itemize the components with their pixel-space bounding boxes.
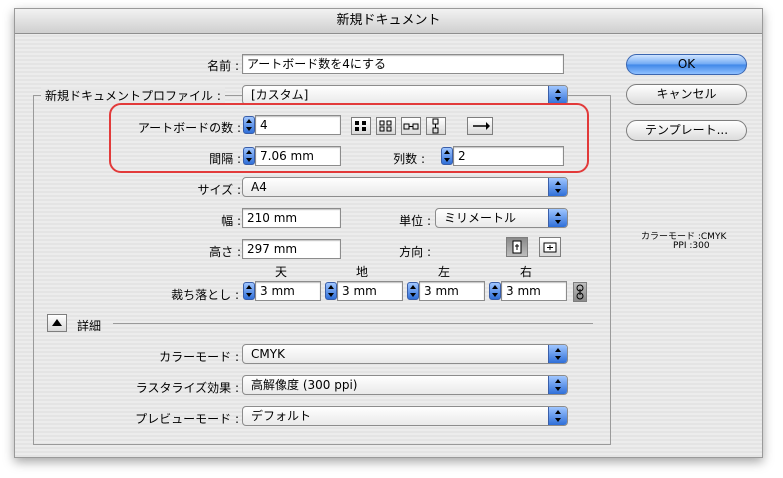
grid-by-row-icon[interactable] — [351, 117, 371, 135]
info-ppi: PPI :300 — [673, 241, 710, 251]
color-mode-label: カラーモード : — [159, 350, 239, 364]
bleed-bottom-label: 地 — [356, 265, 369, 279]
portrait-icon[interactable] — [506, 237, 528, 257]
ok-button[interactable]: OK — [626, 54, 747, 75]
raster-effects-popup[interactable]: 高解像度 (300 ppi) — [242, 375, 568, 395]
link-icon[interactable] — [573, 282, 587, 302]
bleed-top-input[interactable]: 3 mm — [255, 281, 321, 301]
unit-value: ミリメートル — [444, 211, 517, 225]
cancel-button[interactable]: キャンセル — [626, 84, 747, 105]
bleed-left-label: 左 — [438, 265, 451, 279]
profile-popup[interactable]: [カスタム] — [242, 85, 568, 105]
bleed-left-stepper[interactable] — [407, 282, 419, 300]
columns-label: 列数 : — [393, 152, 425, 166]
advanced-divider — [113, 323, 593, 324]
bleed-right-stepper[interactable] — [489, 282, 501, 300]
preview-mode-popup[interactable]: デフォルト — [242, 406, 568, 426]
size-value: A4 — [251, 180, 267, 194]
color-mode-popup[interactable]: CMYK — [242, 344, 568, 364]
window-title: 新規ドキュメント — [15, 9, 762, 34]
bleed-label: 裁ち落とし : — [171, 288, 239, 302]
bleed-left-input[interactable]: 3 mm — [419, 281, 485, 301]
artboard-count-input[interactable]: 4 — [255, 115, 341, 135]
grid-by-column-icon[interactable] — [376, 117, 396, 135]
columns-input[interactable]: 2 — [453, 146, 564, 166]
collapse-triangle-icon[interactable] — [47, 314, 67, 332]
raster-effects-value: 高解像度 (300 ppi) — [251, 378, 358, 392]
unit-label: 単位 : — [399, 214, 431, 228]
bleed-bottom-input[interactable]: 3 mm — [337, 281, 403, 301]
height-input[interactable]: 297 mm — [242, 239, 341, 259]
profile-label: 新規ドキュメントプロファイル : — [41, 87, 225, 104]
spacing-label: 間隔 : — [209, 152, 241, 166]
size-popup[interactable]: A4 — [242, 177, 568, 197]
size-label: サイズ : — [197, 183, 242, 197]
arrow-right-icon[interactable] — [467, 117, 493, 135]
preview-mode-label: プレビューモード : — [135, 412, 239, 426]
popup-arrows-icon — [548, 209, 567, 227]
raster-effects-label: ラスタライズ効果 : — [135, 381, 239, 395]
templates-button[interactable]: テンプレート... — [626, 120, 747, 141]
profile-value: [カスタム] — [251, 88, 309, 102]
arrange-by-column-icon[interactable] — [426, 117, 446, 135]
arrange-by-row-icon[interactable] — [401, 117, 421, 135]
popup-arrows-icon — [548, 178, 567, 196]
color-mode-value: CMYK — [251, 347, 285, 361]
preview-mode-value: デフォルト — [251, 409, 312, 423]
orientation-label: 方向 : — [399, 245, 431, 259]
landscape-icon[interactable] — [539, 237, 561, 257]
bleed-top-stepper[interactable] — [243, 282, 255, 300]
popup-arrows-icon — [548, 376, 567, 394]
height-label: 高さ : — [209, 245, 241, 259]
spacing-input[interactable]: 7.06 mm — [255, 146, 341, 166]
name-label: 名前 : — [207, 59, 239, 73]
name-input[interactable]: アートボード数を4にする — [242, 54, 564, 74]
popup-arrows-icon — [548, 345, 567, 363]
unit-popup[interactable]: ミリメートル — [435, 208, 568, 228]
artboard-count-label: アートボードの数 : — [137, 121, 241, 135]
bleed-bottom-stepper[interactable] — [325, 282, 337, 300]
advanced-label: 詳細 — [77, 319, 102, 333]
columns-stepper[interactable] — [441, 147, 453, 165]
new-document-dialog: 新規ドキュメント 名前 : アートボード数を4にする 新規ドキュメントプロファイ… — [14, 8, 763, 458]
spacing-stepper[interactable] — [243, 147, 255, 165]
bleed-right-input[interactable]: 3 mm — [501, 281, 567, 301]
width-input[interactable]: 210 mm — [242, 208, 341, 228]
popup-arrows-icon — [548, 86, 567, 104]
width-label: 幅 : — [221, 214, 241, 228]
artboard-count-stepper[interactable] — [243, 116, 255, 134]
bleed-top-label: 天 — [275, 265, 288, 279]
popup-arrows-icon — [548, 407, 567, 425]
bleed-right-label: 右 — [520, 265, 533, 279]
